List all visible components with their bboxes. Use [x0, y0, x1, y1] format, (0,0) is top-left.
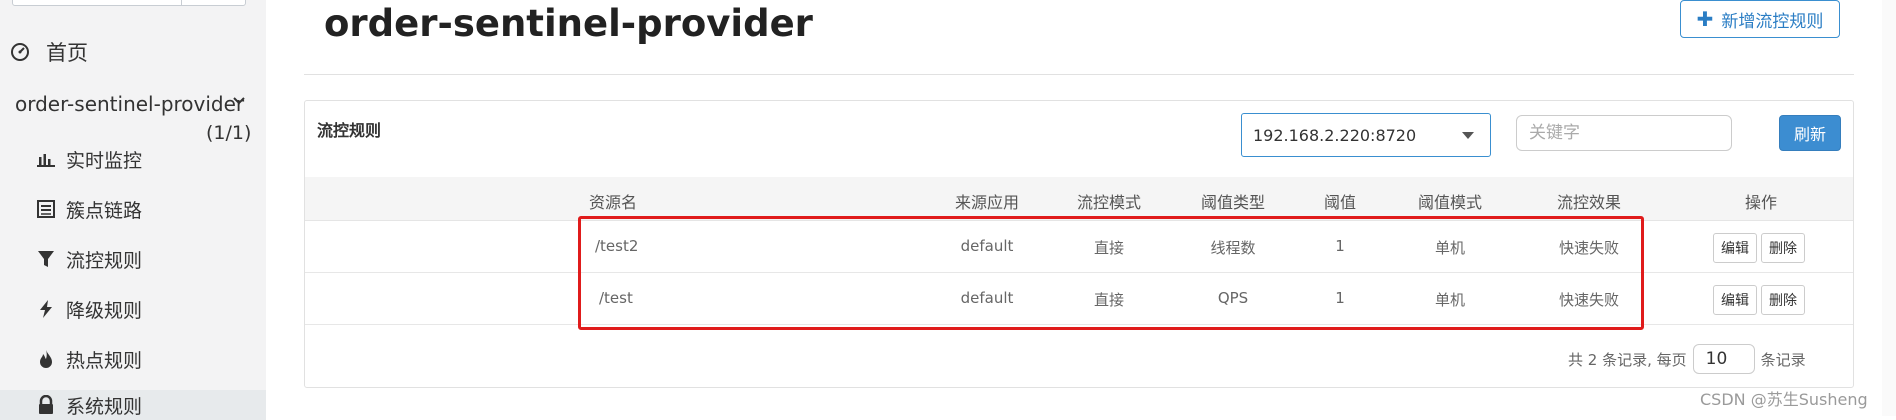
page-size-input[interactable]	[1692, 344, 1755, 374]
sidebar-item-label: 簇点链路	[66, 199, 143, 222]
cell-count: 1	[1335, 237, 1345, 255]
edit-button[interactable]: 编辑	[1713, 233, 1757, 263]
keyword-search-input[interactable]	[1516, 115, 1732, 151]
sidebar: 首页 order-sentinel-provider (1/1) 实时监控 簇点…	[0, 0, 266, 420]
watermark: CSDN @苏生Susheng	[1700, 390, 1868, 409]
table-row: /test2 default 直接 线程数 1 单机 快速失败 编辑 删除	[305, 221, 1853, 273]
sidebar-item-label: 实时监控	[66, 149, 143, 172]
column-header-cluster: 阈值模式	[1417, 193, 1483, 212]
column-header-resource: 资源名	[589, 193, 638, 212]
column-header-actions: 操作	[1744, 193, 1778, 212]
table-row: /test default 直接 QPS 1 单机 快速失败 编辑 删除	[305, 273, 1853, 325]
cell-effect: 快速失败	[1558, 239, 1620, 257]
cell-resource: /test	[599, 289, 633, 307]
pagination-suffix: 条记录	[1760, 350, 1806, 369]
sidebar-app-count: (1/1)	[206, 122, 252, 144]
page-scrollbar[interactable]	[1882, 0, 1896, 416]
plus-icon: ✚	[1696, 7, 1714, 31]
chevron-down-icon[interactable]	[232, 94, 246, 108]
bar-chart-icon	[37, 154, 55, 167]
sidebar-item-label: 首页	[46, 41, 88, 65]
sidebar-item-home[interactable]: 首页	[10, 36, 88, 68]
cell-cluster: 单机	[1434, 291, 1466, 309]
cell-mode: 直接	[1093, 239, 1125, 257]
add-flow-rule-button[interactable]: ✚ 新增流控规则	[1680, 0, 1840, 38]
cell-origin: default	[960, 237, 1014, 255]
dashboard-icon	[11, 43, 29, 61]
sidebar-item-label: 降级规则	[66, 299, 143, 322]
cell-cluster: 单机	[1434, 239, 1466, 257]
sidebar-search-box[interactable]	[12, 0, 246, 6]
header-divider	[304, 74, 1854, 75]
sidebar-item-flow-rules[interactable]: 流控规则	[36, 244, 142, 274]
column-header-count: 阈值	[1323, 193, 1357, 212]
fire-icon	[40, 350, 52, 368]
machine-select[interactable]: 192.168.2.220:8720	[1241, 113, 1491, 157]
table-header: 资源名 来源应用 流控模式 阈值类型 阈值 阈值模式 流控效果 操作	[305, 177, 1853, 221]
bolt-icon	[40, 300, 52, 318]
cell-grade: 线程数	[1210, 239, 1256, 257]
cell-grade: QPS	[1217, 289, 1249, 307]
column-header-mode: 流控模式	[1076, 193, 1142, 212]
delete-button[interactable]: 删除	[1761, 285, 1805, 315]
sidebar-item-cluster-link[interactable]: 簇点链路	[36, 194, 142, 224]
column-header-origin: 来源应用	[954, 193, 1020, 212]
sidebar-item-label: 系统规则	[66, 395, 143, 418]
sidebar-app-name[interactable]: order-sentinel-provider	[15, 92, 244, 116]
pagination: 共 2 条记录, 每页 条记录	[1568, 344, 1806, 374]
filter-icon	[38, 251, 54, 267]
refresh-button[interactable]: 刷新	[1779, 115, 1841, 151]
sidebar-item-hot-rules[interactable]: 热点规则	[36, 344, 142, 374]
column-header-grade: 阈值类型	[1200, 193, 1266, 212]
add-flow-rule-label: 新增流控规则	[1721, 11, 1824, 32]
sidebar-item-label: 热点规则	[66, 349, 143, 372]
machine-select-value: 192.168.2.220:8720	[1253, 125, 1417, 145]
cell-effect: 快速失败	[1558, 291, 1620, 309]
sidebar-item-realtime-monitor[interactable]: 实时监控	[36, 144, 142, 174]
cell-resource: /test2	[595, 237, 639, 255]
cell-origin: default	[960, 289, 1014, 307]
edit-button[interactable]: 编辑	[1713, 285, 1757, 315]
sidebar-item-label: 流控规则	[66, 249, 143, 272]
sidebar-item-degrade-rules[interactable]: 降级规则	[36, 294, 142, 324]
column-header-effect: 流控效果	[1556, 193, 1622, 212]
caret-down-icon	[1462, 132, 1474, 139]
cell-count: 1	[1335, 289, 1345, 307]
delete-button[interactable]: 删除	[1761, 233, 1805, 263]
list-icon	[37, 200, 55, 218]
lock-icon	[39, 395, 53, 414]
pagination-summary: 共 2 条记录, 每页	[1568, 350, 1687, 369]
cell-mode: 直接	[1093, 291, 1125, 309]
panel-title: 流控规则	[317, 121, 382, 140]
page-title: order-sentinel-provider	[324, 2, 813, 45]
